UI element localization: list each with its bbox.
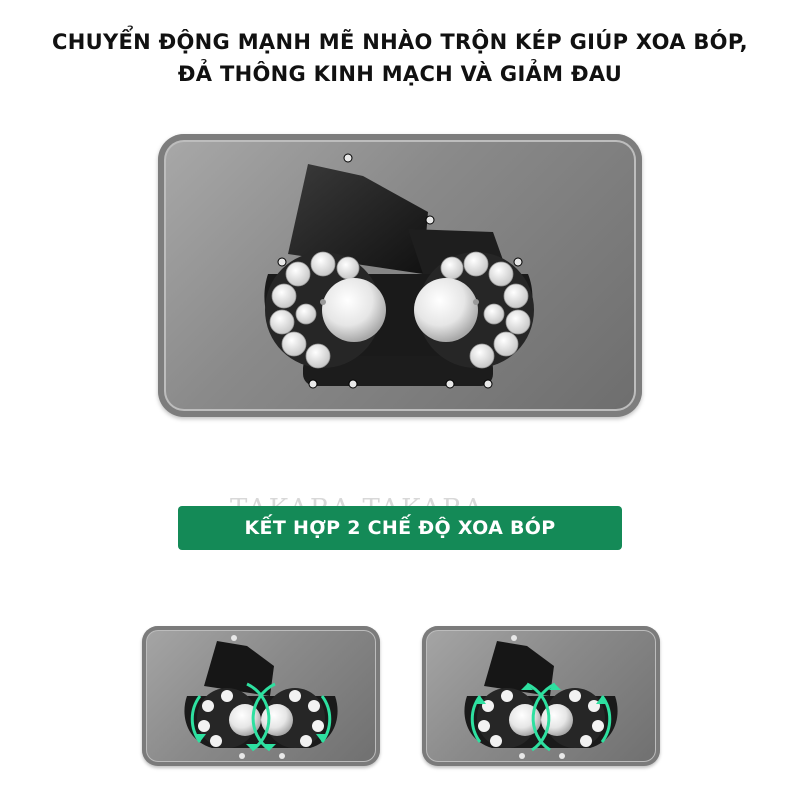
massage-mechanism-image [158, 134, 642, 417]
headline: CHUYỂN ĐỘNG MẠNH MẼ NHÀO TRỘN KÉP GIÚP X… [0, 26, 800, 90]
mode-inward-illustration [184, 635, 338, 759]
massage-mechanism-illustration [264, 153, 534, 389]
massage-modes-banner: KẾT HỢP 2 CHẾ ĐỘ XOA BÓP [178, 506, 622, 550]
mode-inward-image [142, 626, 380, 766]
headline-line-1: CHUYỂN ĐỘNG MẠNH MẼ NHÀO TRỘN KÉP GIÚP X… [52, 30, 748, 54]
mode-outward-illustration [464, 635, 618, 759]
mode-outward-image [422, 626, 660, 766]
headline-line-2: ĐẢ THÔNG KINH MẠCH VÀ GIẢM ĐAU [177, 62, 623, 86]
